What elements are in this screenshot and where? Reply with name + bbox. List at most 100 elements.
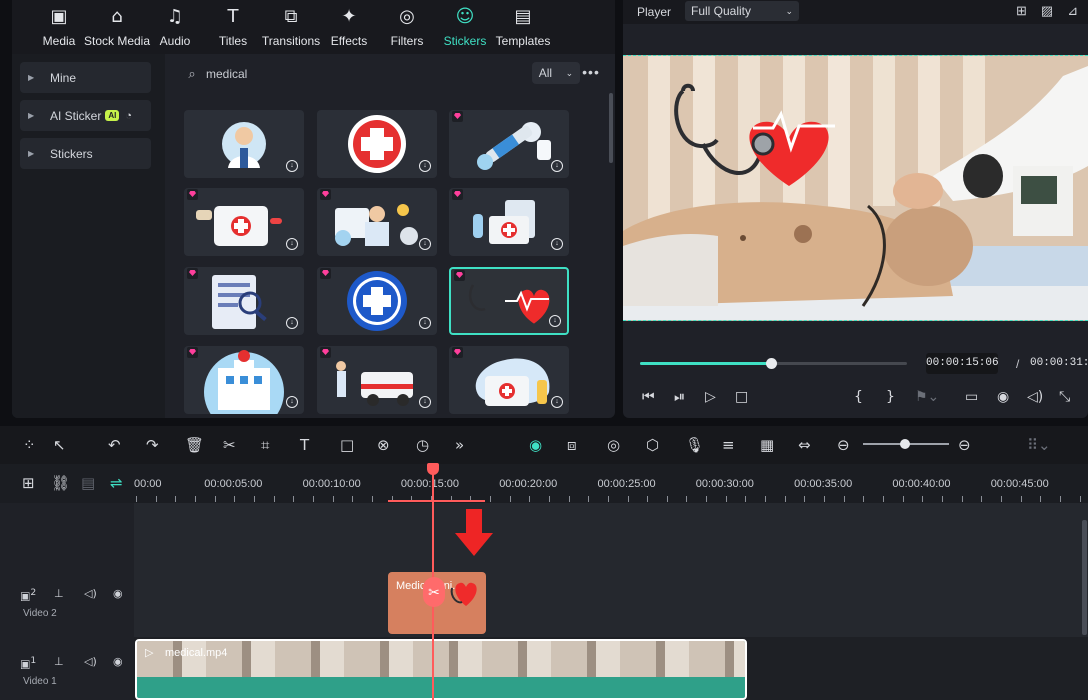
fullscreen-icon[interactable]: ⤡ [1059, 389, 1070, 405]
audio-mix-icon[interactable]: ≡ [722, 436, 735, 454]
marker-icon[interactable]: ⚑⌄ [915, 389, 939, 405]
display-icon[interactable]: ▭ [965, 389, 978, 405]
next-frame-icon[interactable]: ⏯ [674, 389, 685, 405]
lock-icon[interactable]: ⊥ [54, 655, 64, 668]
ai-assistant-icon[interactable]: ◉ [529, 436, 542, 454]
keyframe-icon[interactable]: ◎ [607, 436, 620, 454]
download-icon[interactable]: ↓ [286, 396, 298, 408]
snap-icon[interactable]: ⇌ [110, 474, 123, 492]
medical-bag-sticker[interactable]: ↓ [449, 346, 569, 414]
tab-effects[interactable]: ✦ Effects [320, 0, 378, 54]
download-icon[interactable]: ↓ [419, 238, 431, 250]
playhead-handle[interactable] [427, 463, 439, 475]
tab-transitions[interactable]: ⧉ Transitions [262, 0, 320, 54]
more-tools-icon[interactable]: » [455, 436, 464, 454]
download-icon[interactable]: ↓ [551, 160, 563, 172]
ruler-tick [745, 496, 746, 502]
download-icon[interactable]: ↓ [551, 396, 563, 408]
waveform-icon[interactable]: ⊿ [1067, 3, 1088, 18]
sidebar-item-ai-sticker[interactable]: ▶ AI Sticker AI ◔ [20, 100, 151, 131]
library-scrollbar[interactable] [609, 93, 613, 163]
download-icon[interactable]: ↓ [286, 238, 298, 250]
stethoscope-heart-sticker[interactable]: ↓ [449, 267, 569, 335]
download-icon[interactable]: ↓ [286, 317, 298, 329]
mask-icon[interactable]: ⬡ [646, 436, 659, 454]
filter-dropdown[interactable]: All ⌄ [532, 62, 580, 84]
download-icon[interactable]: ↓ [419, 396, 431, 408]
tab-media[interactable]: ▣ Media [30, 0, 88, 54]
volume-icon[interactable]: ◁) [1027, 389, 1043, 405]
play-icon[interactable]: ▷ [705, 389, 716, 405]
shape-tool-icon[interactable]: □ [340, 436, 354, 454]
undo-icon[interactable]: ↶ [108, 436, 121, 454]
tab-templates[interactable]: ▤ Templates [494, 0, 552, 54]
tab-audio[interactable]: ♫ Audio [146, 0, 204, 54]
grid-view-icon[interactable]: ⊞ [1016, 3, 1041, 18]
track-lane-video-2[interactable] [134, 503, 1088, 637]
search-input[interactable] [206, 67, 506, 81]
red-cross-sticker[interactable]: ↓ [317, 110, 437, 178]
mark-out-icon[interactable]: } [886, 389, 895, 405]
sticker-thumbnail [450, 582, 477, 606]
split-icon[interactable]: ✂ [223, 436, 236, 454]
zoom-out-icon[interactable]: ⊖ [837, 436, 850, 454]
select-tool-icon[interactable]: ↖ [53, 436, 66, 454]
stop-icon[interactable]: □ [735, 389, 748, 405]
titles-icon: T [227, 6, 239, 27]
zoom-in-icon[interactable]: ⊖ [958, 436, 971, 454]
current-timecode[interactable]: 00:00:15:06 [926, 353, 999, 374]
mute-icon[interactable]: ◁) [84, 655, 97, 668]
tab-stickers[interactable]: ☺ Stickers [436, 0, 494, 54]
clipboard-sticker[interactable]: ↓ [184, 267, 304, 335]
track-layout-icon[interactable]: ⠿⌄ [1027, 436, 1051, 454]
syringe-pills-sticker[interactable]: ↓ [449, 110, 569, 178]
render-icon[interactable]: ▦ [760, 436, 774, 454]
zoom-slider-knob[interactable] [900, 439, 910, 449]
auto-reframe-icon[interactable]: ⧈ [567, 436, 577, 454]
mute-icon[interactable]: ◁) [84, 587, 97, 600]
tab-stock-media[interactable]: ⌂ Stock Media [84, 0, 150, 54]
hospital-sticker[interactable]: ↓ [184, 346, 304, 414]
download-icon[interactable]: ↓ [419, 160, 431, 172]
doctor-illustration-sticker[interactable]: ↓ [317, 188, 437, 256]
progress-knob[interactable] [765, 358, 777, 369]
download-icon[interactable]: ↓ [286, 160, 298, 172]
visibility-icon[interactable]: ◉ [113, 655, 123, 668]
fit-timeline-icon[interactable]: ⇔ [798, 436, 811, 454]
download-icon[interactable]: ↓ [551, 238, 563, 250]
sidebar-item-stickers[interactable]: ▶ Stickers [20, 138, 151, 169]
layout-icon[interactable]: ⁘ [23, 436, 36, 454]
microphone-icon[interactable]: 🎙︎ [685, 436, 704, 454]
link-icon[interactable]: ⛓ [51, 474, 70, 492]
preview-viewport[interactable] [623, 55, 1088, 321]
add-track-icon[interactable]: ⊞ [22, 474, 35, 492]
sidebar-item-mine[interactable]: ▶ Mine [20, 62, 151, 93]
group-icon[interactable]: ▤ [81, 474, 95, 492]
quality-dropdown[interactable]: Full Quality ⌄ [685, 1, 799, 21]
doctor-sticker[interactable]: ↓ [184, 110, 304, 178]
snapshot-icon[interactable]: ◉ [997, 389, 1009, 405]
ambulance-sticker[interactable]: ↓ [317, 346, 437, 414]
image-icon[interactable]: ▨ [1041, 3, 1067, 18]
previous-frame-icon[interactable]: ⏮ [642, 389, 655, 405]
lock-icon[interactable]: ⊥ [54, 587, 64, 600]
color-match-icon[interactable]: ⊗ [377, 436, 390, 454]
delete-icon[interactable]: 🗑︎ [185, 436, 204, 454]
first-aid-kit-sticker[interactable]: ↓ [184, 188, 304, 256]
mark-in-icon[interactable]: { [854, 389, 863, 405]
blue-cross-sticker[interactable]: ↓ [317, 267, 437, 335]
more-options-icon[interactable]: ••• [578, 62, 604, 84]
video-clip[interactable]: ▷ medical.mp4 [135, 639, 747, 700]
tab-filters[interactable]: ◎ Filters [378, 0, 436, 54]
split-here-icon[interactable]: ✂ [423, 577, 445, 607]
medical-lab-sticker[interactable]: ↓ [449, 188, 569, 256]
text-tool-icon[interactable]: T [300, 436, 309, 454]
tab-titles[interactable]: T Titles [204, 0, 262, 54]
timeline-scrollbar[interactable] [1082, 520, 1087, 635]
download-icon[interactable]: ↓ [549, 315, 561, 327]
redo-icon[interactable]: ↷ [146, 436, 159, 454]
visibility-icon[interactable]: ◉ [113, 587, 123, 600]
speed-icon[interactable]: ◷ [416, 436, 429, 454]
crop-icon[interactable]: ⌗ [261, 436, 269, 454]
download-icon[interactable]: ↓ [419, 317, 431, 329]
